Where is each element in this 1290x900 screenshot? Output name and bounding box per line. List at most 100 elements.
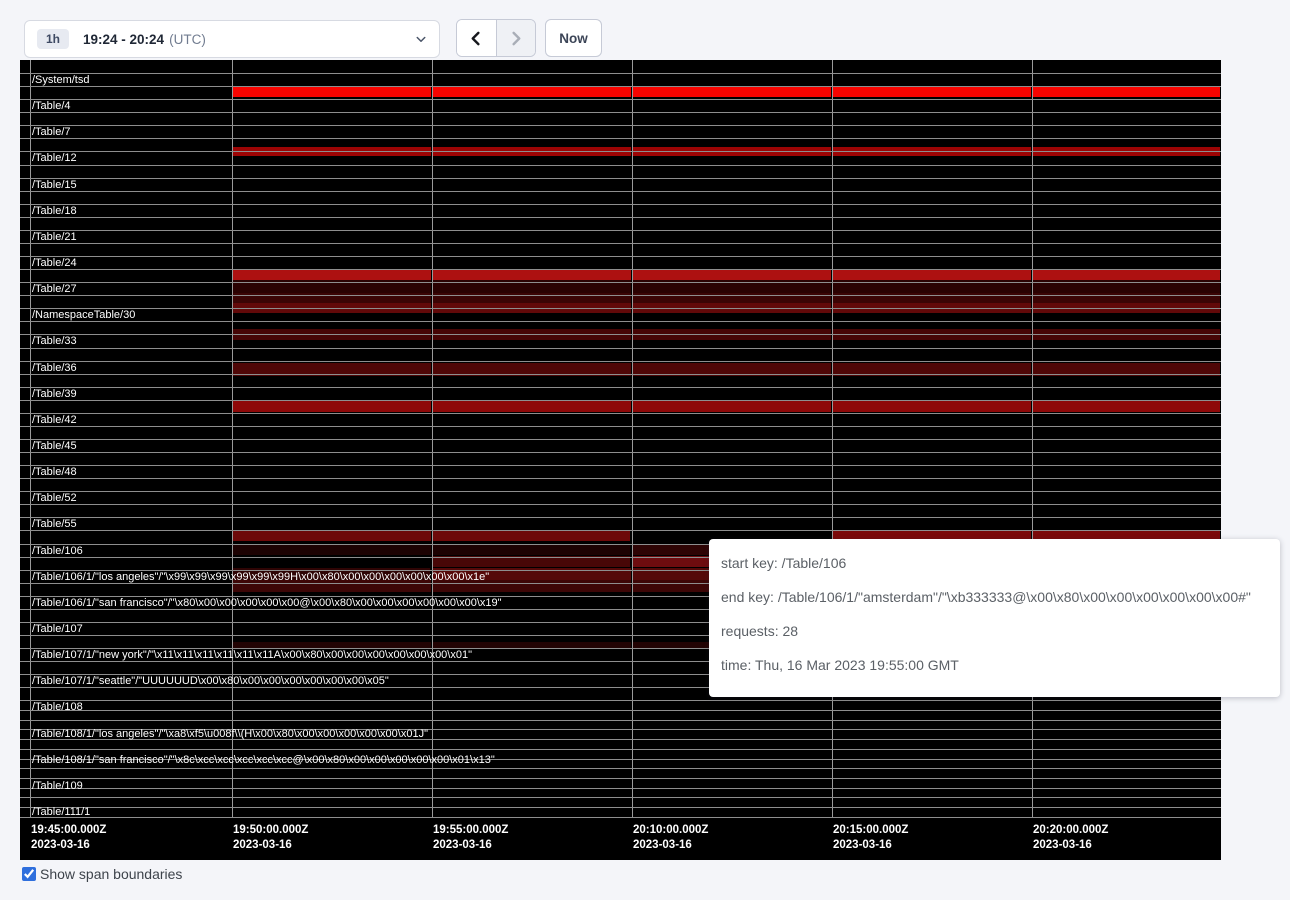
- span-boundary-line: [20, 374, 1221, 375]
- x-axis-tick: 19:55:00.000Z2023-03-16: [433, 823, 508, 853]
- row-label: /Table/108/1/"san francisco"/"\x8c\xcc\x…: [32, 754, 495, 767]
- row-label: /Table/12: [32, 152, 77, 165]
- span-boundary-line: [20, 807, 1221, 808]
- span-boundary-line: [20, 452, 1221, 453]
- heatmap-cell[interactable]: [233, 87, 431, 97]
- span-boundary-line: [20, 504, 1221, 505]
- span-boundary-line: [20, 720, 1221, 721]
- x-axis-tick: 19:50:00.000Z2023-03-16: [233, 823, 308, 853]
- time-nav-group: [456, 19, 536, 57]
- show-span-boundaries-checkbox[interactable]: [22, 867, 36, 881]
- heatmap-cell[interactable]: [633, 400, 831, 412]
- heatmap-cell[interactable]: [433, 544, 630, 555]
- span-boundary-line: [20, 797, 1221, 798]
- row-label: /Table/108: [32, 701, 83, 714]
- span-boundary-line: [20, 204, 1221, 205]
- tooltip-start-key: start key: /Table/106: [721, 553, 1266, 573]
- row-label: /System/tsd: [32, 74, 89, 87]
- show-span-boundaries-label: Show span boundaries: [40, 866, 182, 882]
- chevron-left-icon: [469, 31, 484, 46]
- span-boundary-line: [20, 112, 1221, 113]
- span-boundary-line: [20, 400, 1221, 401]
- span-boundary-line: [20, 361, 1221, 362]
- row-label: /Table/108/1/"los angeles"/"\xa8\xf5\u00…: [32, 728, 428, 741]
- heatmap-cell[interactable]: [1033, 400, 1220, 412]
- key-visualizer-page: { "toolbar": { "duration": "1h", "range"…: [0, 0, 1290, 900]
- row-label: /Table/24: [32, 257, 77, 270]
- row-label: /Table/52: [32, 492, 77, 505]
- row-label: /Table/107/1/"seattle"/"UUUUUUD\x00\x80\…: [32, 675, 389, 688]
- span-boundary-line: [20, 700, 1221, 701]
- span-boundary-line: [20, 151, 1221, 152]
- next-time-button[interactable]: [496, 20, 535, 56]
- span-boundary-line: [20, 530, 1221, 531]
- tooltip-end-key: end key: /Table/106/1/"amsterdam"/"\xb33…: [721, 587, 1266, 607]
- x-axis-tick: 20:10:00.000Z2023-03-16: [633, 823, 708, 853]
- row-label: /NamespaceTable/30: [32, 309, 135, 322]
- span-boundary-line: [20, 710, 1221, 711]
- row-label: /Table/18: [32, 205, 77, 218]
- span-boundary-line: [20, 768, 1221, 769]
- heatmap-cell[interactable]: [433, 400, 631, 412]
- span-boundary-line: [20, 413, 1221, 414]
- span-boundary-line: [20, 788, 1221, 789]
- row-label: /Table/36: [32, 362, 77, 375]
- span-boundary-line: [20, 230, 1221, 231]
- time-range-label: 19:24 - 20:24: [83, 32, 164, 47]
- span-boundary-line: [20, 817, 1221, 818]
- heatmap-cell[interactable]: [433, 531, 630, 541]
- x-axis-tick: 19:45:00.000Z2023-03-16: [31, 823, 106, 853]
- span-boundary-line: [20, 178, 1221, 179]
- row-label: /Table/27: [32, 283, 77, 296]
- span-boundary-line: [20, 749, 1221, 750]
- timezone-label: (UTC): [169, 32, 206, 47]
- span-boundary-line: [20, 256, 1221, 257]
- span-boundary-line: [20, 138, 1221, 139]
- x-axis-tick: 20:15:00.000Z2023-03-16: [833, 823, 908, 853]
- duration-badge: 1h: [37, 29, 69, 49]
- prev-time-button[interactable]: [457, 20, 496, 56]
- row-label: /Table/106/1/"los angeles"/"\x99\x99\x99…: [32, 571, 489, 584]
- span-boundary-line: [20, 86, 1221, 87]
- span-boundary-line: [20, 348, 1221, 349]
- span-boundary-line: [20, 243, 1221, 244]
- heatmap-cell[interactable]: [433, 87, 631, 97]
- key-visualizer-canvas[interactable]: /System/tsd/Table/4/Table/7/Table/12/Tab…: [20, 60, 1221, 860]
- heatmap-cell[interactable]: [833, 269, 1031, 280]
- span-boundary-line: [20, 439, 1221, 440]
- row-label: /Table/106: [32, 545, 83, 558]
- row-label: /Table/39: [32, 388, 77, 401]
- heatmap-cell[interactable]: [833, 87, 1031, 97]
- heatmap-cell[interactable]: [1033, 269, 1220, 280]
- span-boundary-line: [20, 308, 1221, 309]
- heatmap-cell[interactable]: [233, 544, 431, 555]
- chevron-down-icon: [415, 33, 427, 45]
- row-label: /Table/15: [32, 179, 77, 192]
- heatmap-cell[interactable]: [233, 531, 431, 541]
- row-label: /Table/111/1: [32, 806, 90, 819]
- tooltip: start key: /Table/106 end key: /Table/10…: [709, 539, 1280, 697]
- heatmap-cell[interactable]: [1033, 87, 1220, 97]
- show-span-boundaries[interactable]: Show span boundaries: [22, 866, 182, 882]
- span-boundary-line: [20, 387, 1221, 388]
- heatmap-cell[interactable]: [633, 269, 831, 280]
- heatmap-cell[interactable]: [833, 400, 1031, 412]
- now-button[interactable]: Now: [545, 19, 602, 57]
- span-boundary-line: [20, 517, 1221, 518]
- span-boundary-line: [20, 478, 1221, 479]
- row-label: /Table/107/1/"new york"/"\x11\x11\x11\x1…: [32, 649, 472, 662]
- x-axis-tick: 20:20:00.000Z2023-03-16: [1033, 823, 1108, 853]
- heatmap-cell[interactable]: [633, 87, 831, 97]
- span-boundary-line: [20, 125, 1221, 126]
- row-label: /Table/109: [32, 780, 83, 793]
- time-range-selector[interactable]: 1h 19:24 - 20:24 (UTC): [24, 20, 440, 58]
- span-boundary-line: [20, 491, 1221, 492]
- row-label: /Table/33: [32, 335, 77, 348]
- span-boundary-line: [20, 217, 1221, 218]
- heatmap-cell[interactable]: [233, 400, 431, 412]
- heatmap-cell[interactable]: [433, 269, 631, 280]
- row-label: /Table/42: [32, 414, 77, 427]
- heatmap-cell[interactable]: [233, 269, 431, 280]
- span-boundary-line: [20, 282, 1221, 283]
- row-label: /Table/7: [32, 126, 71, 139]
